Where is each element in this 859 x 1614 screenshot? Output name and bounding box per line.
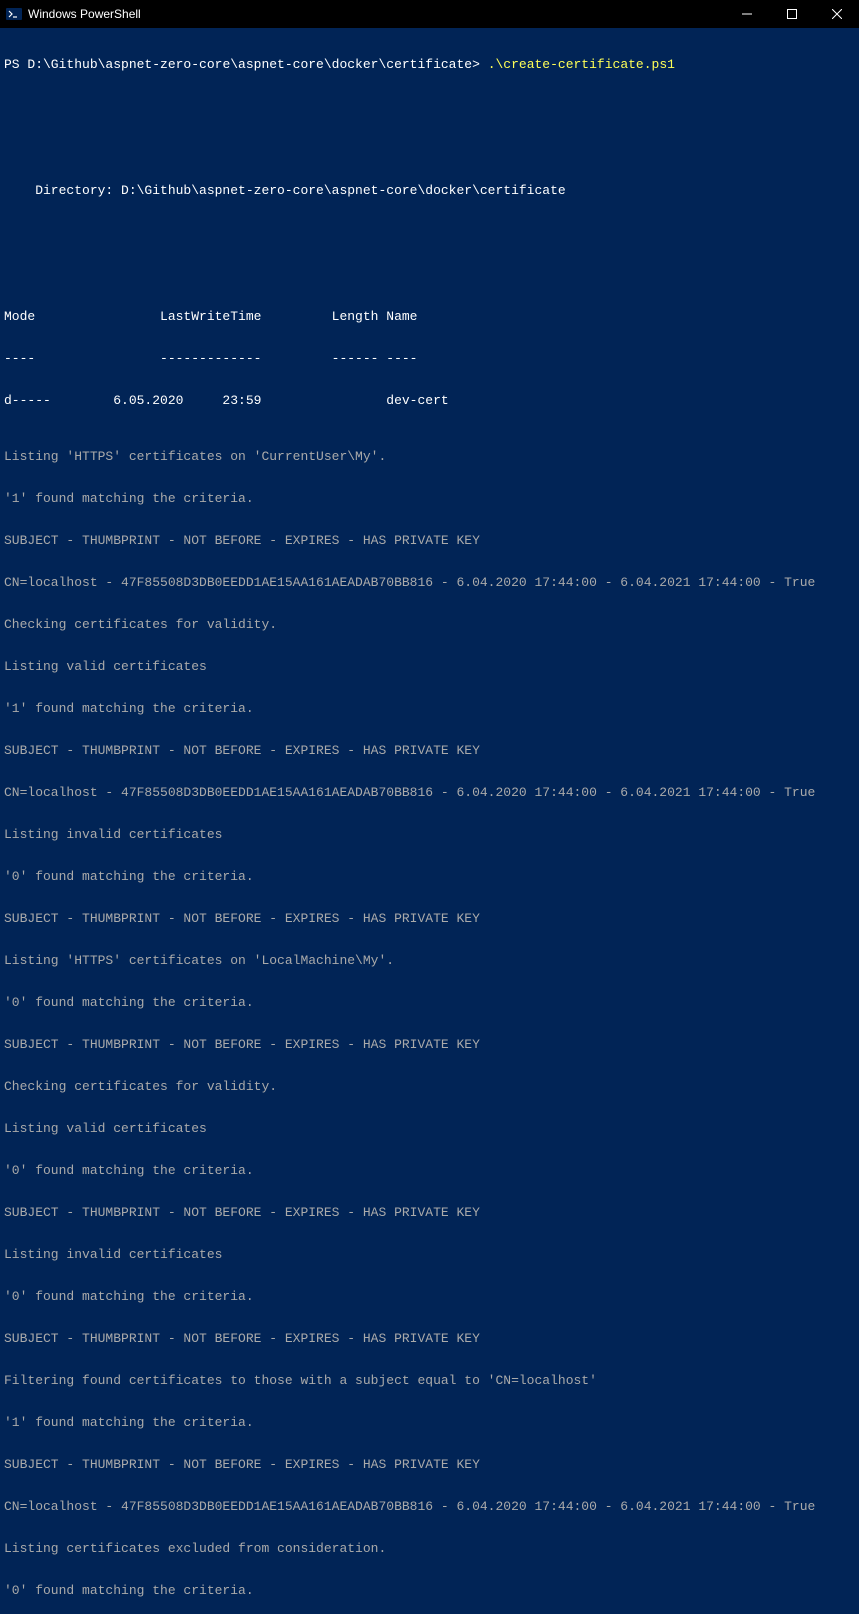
output-line: CN=localhost - 47F85508D3DB0EEDD1AE15AA1… xyxy=(4,1500,855,1514)
prompt-path: D:\Github\aspnet-zero-core\aspnet-core\d… xyxy=(27,57,479,72)
output-line: Listing invalid certificates xyxy=(4,828,855,842)
window-titlebar: Windows PowerShell xyxy=(0,0,859,28)
table-divider: ---- ------------- ------ ---- xyxy=(4,352,855,366)
output-line: Listing 'HTTPS' certificates on 'Current… xyxy=(4,450,855,464)
window-controls xyxy=(724,0,859,28)
output-line: Listing invalid certificates xyxy=(4,1248,855,1262)
output-line: '0' found matching the criteria. xyxy=(4,1164,855,1178)
output-line: SUBJECT - THUMBPRINT - NOT BEFORE - EXPI… xyxy=(4,912,855,926)
prompt-ps: PS xyxy=(4,57,27,72)
output-line: '0' found matching the criteria. xyxy=(4,1584,855,1598)
output-line: '0' found matching the criteria. xyxy=(4,996,855,1010)
output-line: '0' found matching the criteria. xyxy=(4,870,855,884)
output-line: CN=localhost - 47F85508D3DB0EEDD1AE15AA1… xyxy=(4,576,855,590)
output-line: Checking certificates for validity. xyxy=(4,1080,855,1094)
output-line: SUBJECT - THUMBPRINT - NOT BEFORE - EXPI… xyxy=(4,534,855,548)
output-line: Listing certificates excluded from consi… xyxy=(4,1542,855,1556)
command-text: .\create-certificate.ps1 xyxy=(480,57,675,72)
output-line: '1' found matching the criteria. xyxy=(4,1416,855,1430)
output-line: Listing 'HTTPS' certificates on 'LocalMa… xyxy=(4,954,855,968)
output-line: SUBJECT - THUMBPRINT - NOT BEFORE - EXPI… xyxy=(4,1458,855,1472)
table-row: d----- 6.05.2020 23:59 dev-cert xyxy=(4,394,855,408)
directory-header: Directory: D:\Github\aspnet-zero-core\as… xyxy=(4,184,855,198)
output-line: Listing valid certificates xyxy=(4,660,855,674)
prompt-line: PS D:\Github\aspnet-zero-core\aspnet-cor… xyxy=(4,58,855,72)
output-line: CN=localhost - 47F85508D3DB0EEDD1AE15AA1… xyxy=(4,786,855,800)
maximize-button[interactable] xyxy=(769,0,814,28)
window-title: Windows PowerShell xyxy=(28,7,724,21)
output-line: '0' found matching the criteria. xyxy=(4,1290,855,1304)
output-line: SUBJECT - THUMBPRINT - NOT BEFORE - EXPI… xyxy=(4,1038,855,1052)
output-line: '1' found matching the criteria. xyxy=(4,702,855,716)
table-header: Mode LastWriteTime Length Name xyxy=(4,310,855,324)
close-button[interactable] xyxy=(814,0,859,28)
output-line: SUBJECT - THUMBPRINT - NOT BEFORE - EXPI… xyxy=(4,1206,855,1220)
output-line: '1' found matching the criteria. xyxy=(4,492,855,506)
terminal-output[interactable]: PS D:\Github\aspnet-zero-core\aspnet-cor… xyxy=(0,28,859,1614)
minimize-button[interactable] xyxy=(724,0,769,28)
output-line: SUBJECT - THUMBPRINT - NOT BEFORE - EXPI… xyxy=(4,1332,855,1346)
output-line: Checking certificates for validity. xyxy=(4,618,855,632)
powershell-icon xyxy=(6,6,22,22)
output-line: SUBJECT - THUMBPRINT - NOT BEFORE - EXPI… xyxy=(4,744,855,758)
output-line: Listing valid certificates xyxy=(4,1122,855,1136)
output-line: Filtering found certificates to those wi… xyxy=(4,1374,855,1388)
